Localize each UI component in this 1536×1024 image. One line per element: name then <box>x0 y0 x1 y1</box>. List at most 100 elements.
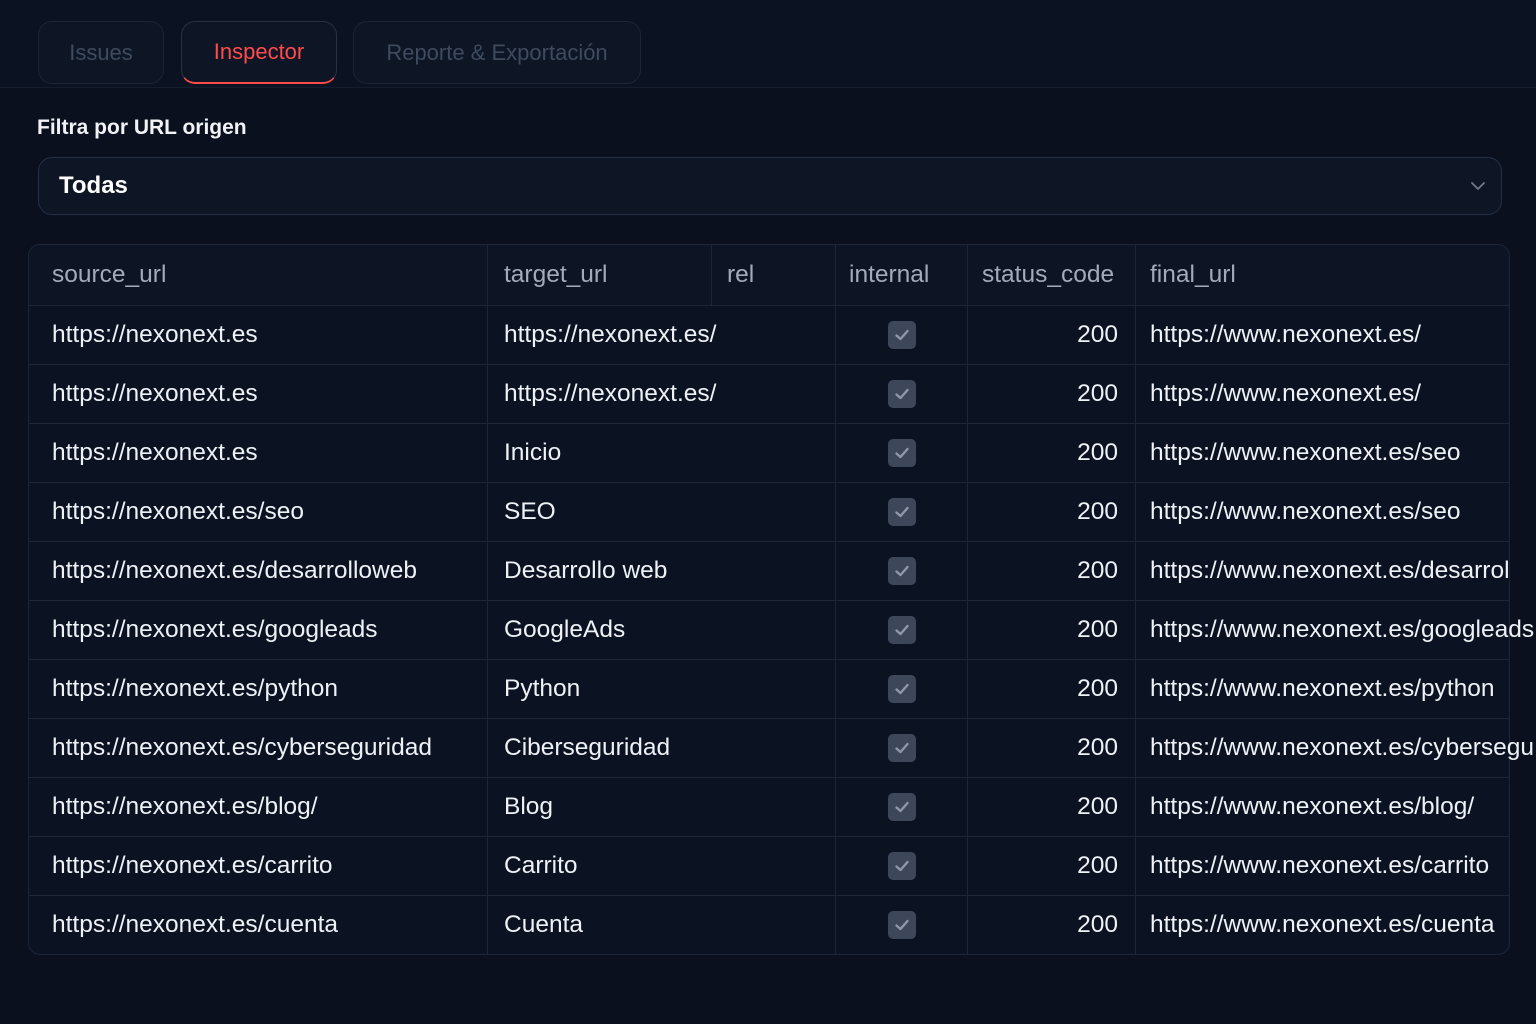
table-row: https://nexonext.es/seo SEO 200 https://www… <box>29 482 1509 541</box>
internal-checkbox <box>887 498 916 526</box>
column-header-label: source_url <box>52 261 167 288</box>
internal-checkbox <box>887 675 916 703</box>
final-url-text: https://www.nexonext.es/seo <box>1150 498 1461 525</box>
cell-status-code: 200 <box>967 483 1135 541</box>
internal-checkbox <box>887 852 916 880</box>
select-value: Todas <box>59 172 128 199</box>
target-url-text: Python <box>504 675 581 702</box>
cell-status-code: 200 <box>967 837 1135 895</box>
cell-source-url: https://nexonext.es/googleads <box>29 601 487 659</box>
column-header-source-url[interactable]: source_url <box>29 245 487 305</box>
column-header-label: target_url <box>504 261 608 288</box>
cell-internal <box>835 719 967 777</box>
column-header-target-url[interactable]: target_url <box>487 245 711 305</box>
cell-source-url: https://nexonext.es/blog/ <box>29 778 487 836</box>
target-url-text: https://nexonext.es/ <box>504 380 717 407</box>
column-header-final-url[interactable]: final_url <box>1135 245 1509 305</box>
check-icon <box>894 860 909 872</box>
cell-final-url: https://www.nexonext.es/ <box>1135 306 1509 364</box>
tab-bar: Issues Inspector Reporte & Exportación <box>0 0 1536 88</box>
filter-label: Filtra por URL origen <box>37 116 247 139</box>
final-url-text: https://www.nexonext.es/blog/ <box>1150 793 1475 820</box>
final-url-text: https://www.nexonext.es/desarrol <box>1150 557 1510 584</box>
target-url-text: Cuenta <box>504 911 584 938</box>
source-url-select[interactable]: Todas <box>38 157 1502 215</box>
cell-rel <box>711 660 835 718</box>
cell-final-url: https://www.nexonext.es/cybersegu <box>1135 719 1534 777</box>
cell-final-url: https://www.nexonext.es/ <box>1135 365 1509 423</box>
cell-internal <box>835 542 967 600</box>
target-url-text: Blog <box>504 793 554 820</box>
table-row: https://nexonext.es/cuenta Cuenta 200 https… <box>29 895 1509 954</box>
column-header-label: status_code <box>982 261 1115 288</box>
cell-target-url: GoogleAds <box>487 601 711 659</box>
cell-source-url: https://nexonext.es/carrito <box>29 837 487 895</box>
internal-checkbox <box>887 793 916 821</box>
cell-target-url: Ciberseguridad <box>487 719 711 777</box>
cell-target-url: Carrito <box>487 837 711 895</box>
cell-status-code: 200 <box>967 719 1135 777</box>
target-url-text: Inicio <box>504 439 562 466</box>
cell-source-url: https://nexonext.es/desarrolloweb <box>29 542 487 600</box>
cell-status-code: 200 <box>967 365 1135 423</box>
check-icon <box>894 506 909 518</box>
column-header-label: internal <box>849 261 930 288</box>
cell-status-code: 200 <box>967 424 1135 482</box>
tab-issues[interactable]: Issues <box>38 21 164 84</box>
table-row: https://nexonext.es/desarrolloweb Desarro… <box>29 541 1510 600</box>
source-url-text: https://nexonext.es/cyberseguridad <box>52 734 432 761</box>
column-header-label: rel <box>727 261 755 288</box>
source-url-text: https://nexonext.es/python <box>52 675 339 702</box>
cell-internal <box>835 365 967 423</box>
table-row: https://nexonext.es https://nexonext.es/2… <box>29 305 1509 364</box>
cell-target-url: Cuenta <box>487 896 711 954</box>
tab-inspector[interactable]: Inspector <box>181 21 337 84</box>
cell-internal <box>835 896 967 954</box>
status-code-text: 200 <box>1077 675 1118 702</box>
internal-checkbox <box>887 911 916 939</box>
cell-rel <box>711 778 835 836</box>
final-url-text: https://www.nexonext.es/python <box>1150 675 1495 702</box>
cell-final-url: https://www.nexonext.es/carrito <box>1135 837 1509 895</box>
status-code-text: 200 <box>1077 321 1118 348</box>
target-url-text: Desarrollo web <box>504 557 668 584</box>
internal-checkbox <box>887 734 916 762</box>
tab-reporte-exportacion[interactable]: Reporte & Exportación <box>353 21 641 84</box>
check-icon <box>894 683 909 695</box>
source-url-text: https://nexonext.es/cuenta <box>52 911 339 938</box>
final-url-text: https://www.nexonext.es/googleads <box>1150 616 1535 643</box>
column-header-rel[interactable]: rel <box>711 245 835 305</box>
cell-internal <box>835 601 967 659</box>
cell-internal <box>835 778 967 836</box>
target-url-text: Ciberseguridad <box>504 734 671 761</box>
source-url-text: https://nexonext.es <box>52 321 258 348</box>
target-url-text: https://nexonext.es/ <box>504 321 717 348</box>
target-url-text: SEO <box>504 498 556 525</box>
cell-target-url: Desarrollo web <box>487 542 711 600</box>
cell-internal <box>835 306 967 364</box>
final-url-text: https://www.nexonext.es/cybersegu <box>1150 734 1535 761</box>
cell-internal <box>835 424 967 482</box>
table-row: https://nexonext.es/cyberseguridad Cibers… <box>29 718 1534 777</box>
target-url-text: GoogleAds <box>504 616 626 643</box>
final-url-text: https://www.nexonext.es/seo <box>1150 439 1461 466</box>
check-icon <box>894 565 909 577</box>
cell-status-code: 200 <box>967 896 1135 954</box>
cell-final-url: https://www.nexonext.es/seo <box>1135 483 1509 541</box>
status-code-text: 200 <box>1077 911 1118 938</box>
cell-internal <box>835 837 967 895</box>
column-header-internal[interactable]: internal <box>835 245 967 305</box>
status-code-text: 200 <box>1077 439 1118 466</box>
cell-final-url: https://www.nexonext.es/cuenta <box>1135 896 1509 954</box>
internal-checkbox <box>887 380 916 408</box>
check-icon <box>894 388 909 400</box>
column-header-status-code[interactable]: status_code <box>967 245 1135 305</box>
cell-source-url: https://nexonext.es/python <box>29 660 487 718</box>
table-row: https://nexonext.es/googleads GoogleAds 20… <box>29 600 1534 659</box>
internal-checkbox <box>887 616 916 644</box>
cell-final-url: https://www.nexonext.es/blog/ <box>1135 778 1509 836</box>
status-code-text: 200 <box>1077 498 1118 525</box>
final-url-text: https://www.nexonext.es/ <box>1150 380 1421 407</box>
links-table: source_url target_url rel internal statu… <box>28 244 1534 955</box>
table-row: https://nexonext.es/carrito Carrito 200 htt… <box>29 836 1509 895</box>
